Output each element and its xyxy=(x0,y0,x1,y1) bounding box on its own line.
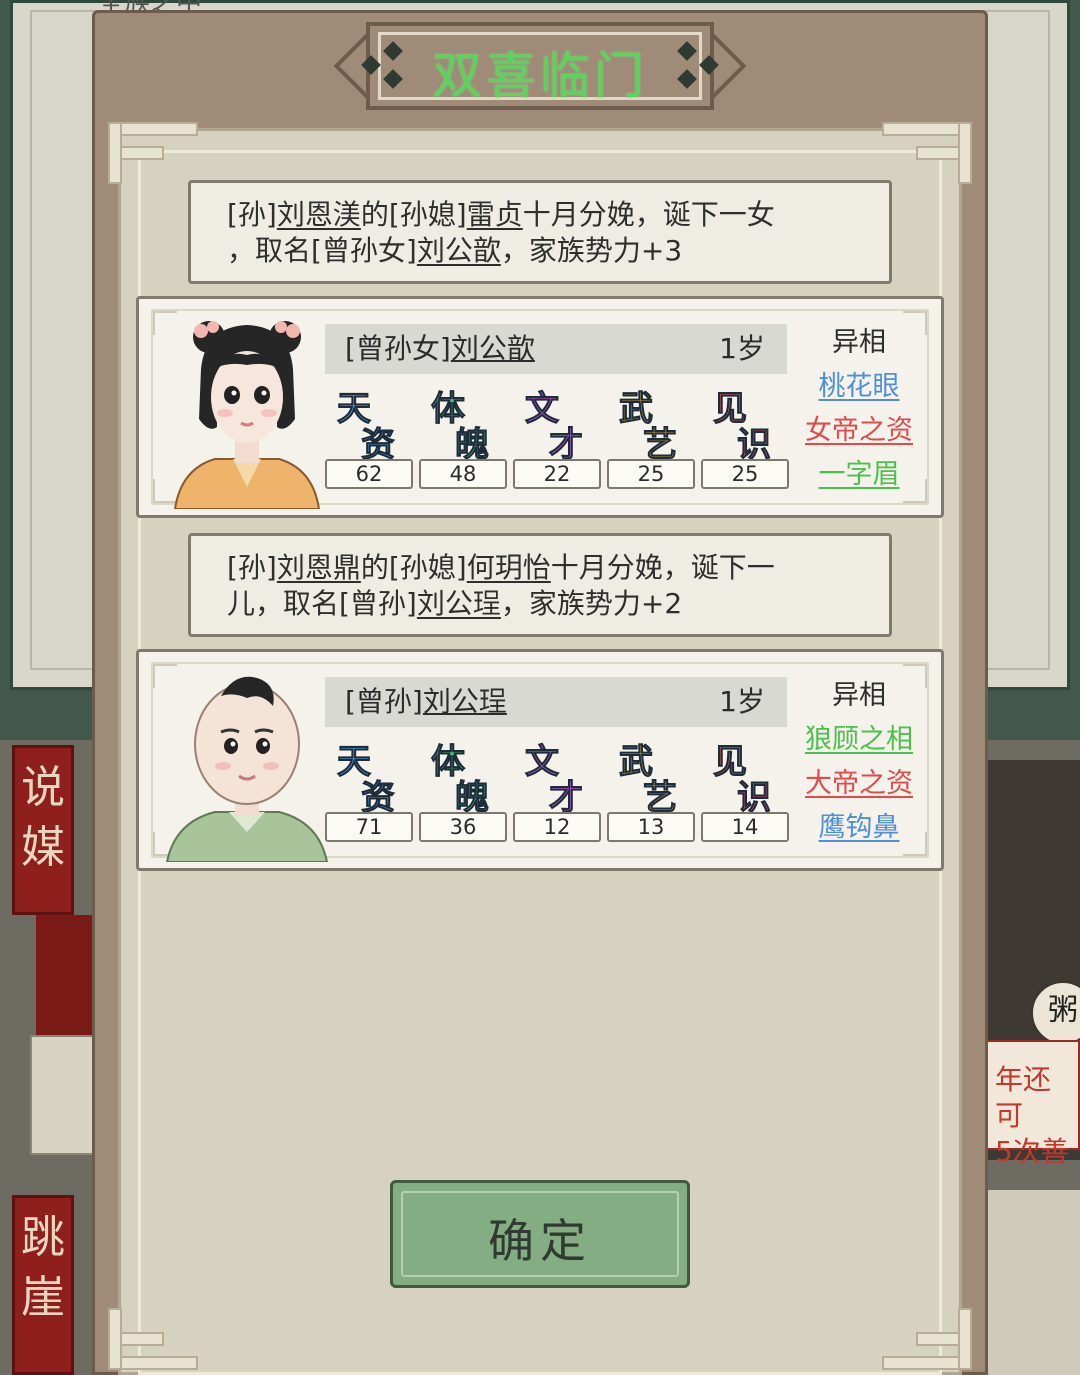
child-title: [曾孙]刘公珵 xyxy=(345,677,507,727)
stat-insight: 见 识 14 xyxy=(701,734,789,850)
message-text: [孙] xyxy=(227,551,277,584)
mother-name-link[interactable]: 雷贞 xyxy=(467,198,523,231)
child-title: [曾孙女]刘公歆 xyxy=(345,324,535,374)
mother-name-link[interactable]: 何玥怡 xyxy=(467,551,551,584)
traits-header: 异相 xyxy=(832,327,886,358)
stat-talent: 天 资 62 xyxy=(325,381,413,497)
traits-header: 异相 xyxy=(832,680,886,711)
stat-physique: 体 魄 48 xyxy=(419,381,507,497)
child-relation: [曾孙] xyxy=(345,685,423,718)
child-age: 1岁 xyxy=(719,332,765,365)
stat-value: 13 xyxy=(607,812,695,842)
trait-link[interactable]: 桃花眼 xyxy=(799,365,919,409)
birth-message: [孙]刘恩鼎的[孙媳]何玥怡十月分娩，诞下一儿，取名[曾孙]刘公珵，家族势力+2 xyxy=(188,533,892,637)
birth-message: [孙]刘恩渼的[孙媳]雷贞十月分娩，诞下一女 ，取名[曾孙女]刘公歆，家族势力+3 xyxy=(188,180,892,284)
message-text: 儿，取名[曾孙] xyxy=(227,587,417,620)
stat-value: 36 xyxy=(419,812,507,842)
message-text: 的[孙媳] xyxy=(360,198,467,231)
confirm-button-label: 确定 xyxy=(488,1214,592,1268)
charity-text-line: 5次善 xyxy=(995,1135,1069,1168)
background-panel xyxy=(30,1035,96,1155)
stat-talent: 天 资 71 xyxy=(325,734,413,850)
stat-value: 71 xyxy=(325,812,413,842)
window-lattice xyxy=(985,1190,1080,1375)
lattice-corner-bottom-right xyxy=(882,1300,972,1370)
lattice-corner-top-right xyxy=(882,122,972,192)
stat-value: 48 xyxy=(419,459,507,489)
child-age: 1岁 xyxy=(719,685,765,718)
stat-literary: 文 才 12 xyxy=(513,734,601,850)
child-name-bar: [曾孙]刘公珵 1岁 xyxy=(325,677,787,727)
child-card[interactable]: [曾孙]刘公珵 1岁 天 资 71 体 魄 36 文 才 12 武 艺 13 见… xyxy=(136,649,944,871)
confirm-button[interactable]: 确定 xyxy=(390,1180,690,1288)
child-name-link[interactable]: 刘公歆 xyxy=(417,234,501,267)
trait-link[interactable]: 女帝之资 xyxy=(799,409,919,453)
message-text: [孙] xyxy=(227,198,277,231)
message-text: 十月分娩，诞下一 xyxy=(550,551,775,584)
sign-char: 崖 xyxy=(21,1272,65,1323)
lattice-corner-top-left xyxy=(108,122,198,192)
child-name-bar: [曾孙女]刘公歆 1岁 xyxy=(325,324,787,374)
child-card[interactable]: [曾孙女]刘公歆 1岁 天 资 62 体 魄 48 文 才 22 武 艺 25 … xyxy=(136,296,944,518)
child-name[interactable]: 刘公歆 xyxy=(451,332,535,365)
stat-insight: 见 识 25 xyxy=(701,381,789,497)
sign-char: 跳 xyxy=(21,1212,65,1263)
stat-martial: 武 艺 13 xyxy=(607,734,695,850)
child-name[interactable]: 刘公珵 xyxy=(423,685,507,718)
trait-link[interactable]: 大帝之资 xyxy=(799,762,919,806)
stat-value: 25 xyxy=(607,459,695,489)
message-text: 十月分娩，诞下一女 xyxy=(522,198,775,231)
girl-avatar xyxy=(173,321,321,509)
child-relation: [曾孙女] xyxy=(345,332,451,365)
message-text: ，取名[曾孙女] xyxy=(227,234,417,267)
stat-literary: 文 才 22 xyxy=(513,381,601,497)
stat-value: 14 xyxy=(701,812,789,842)
stat-physique: 体 魄 36 xyxy=(419,734,507,850)
stat-value: 62 xyxy=(325,459,413,489)
message-text: ，家族势力+2 xyxy=(500,587,683,620)
traits-list: 异相 狼顾之相 大帝之资 鹰钩鼻 xyxy=(799,674,919,850)
message-text: 的[孙媳] xyxy=(360,551,467,584)
sign-char: 媒 xyxy=(21,822,65,873)
traits-list: 异相 桃花眼 女帝之资 一字眉 xyxy=(799,321,919,497)
trait-link[interactable]: 鹰钩鼻 xyxy=(799,806,919,850)
matchmaker-sign[interactable]: 说 媒 xyxy=(12,745,74,915)
stat-value: 25 xyxy=(701,459,789,489)
message-text: ，家族势力+3 xyxy=(500,234,683,267)
sign-char: 说 xyxy=(21,762,65,813)
trait-link[interactable]: 狼顾之相 xyxy=(799,718,919,762)
title-plaque: 双喜临门 xyxy=(333,22,747,110)
dialog-title: 双喜临门 xyxy=(432,47,648,105)
child-name-link[interactable]: 刘公珵 xyxy=(417,587,501,620)
lattice-corner-bottom-left xyxy=(108,1300,198,1370)
stat-value: 12 xyxy=(513,812,601,842)
charity-text-line: 年还可 xyxy=(995,1063,1052,1132)
stat-martial: 武 艺 25 xyxy=(607,381,695,497)
red-pillar xyxy=(36,915,94,1035)
stat-value: 22 xyxy=(513,459,601,489)
trait-link[interactable]: 一字眉 xyxy=(799,453,919,497)
charity-notice: 年还可 5次善 xyxy=(985,1040,1080,1168)
boy-avatar xyxy=(165,676,329,862)
cliff-jump-sign[interactable]: 跳 崖 xyxy=(12,1195,74,1375)
parent-name-link[interactable]: 刘恩渼 xyxy=(277,198,361,231)
parent-name-link[interactable]: 刘恩鼎 xyxy=(277,551,361,584)
